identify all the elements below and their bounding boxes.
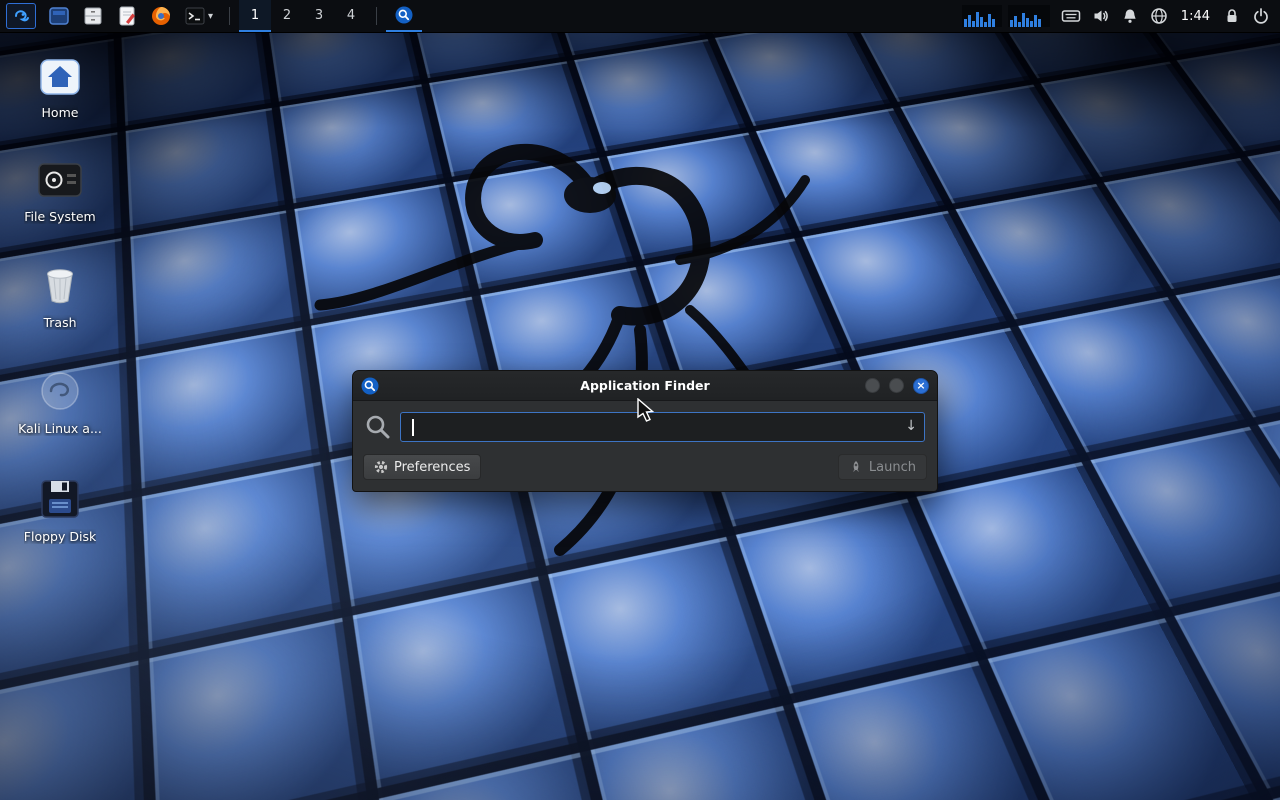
clock[interactable]: 1:44	[1179, 9, 1212, 24]
desktop-icon-trash[interactable]: Trash	[6, 264, 114, 330]
launcher-desktop-icon[interactable]	[42, 0, 76, 32]
minimize-button[interactable]	[865, 378, 880, 393]
workspace-button-2[interactable]: 2	[271, 0, 303, 32]
hard-drive-icon	[37, 160, 83, 200]
search-icon	[365, 414, 391, 440]
desktop: ▾ 1 2 3 4	[0, 0, 1280, 800]
text-caret	[412, 419, 414, 436]
preferences-button[interactable]: Preferences	[363, 454, 481, 480]
terminal-dropdown-chevron-icon[interactable]: ▾	[208, 11, 220, 22]
preferences-label: Preferences	[394, 460, 470, 475]
network-icon[interactable]	[1150, 7, 1168, 25]
desktop-icon-home[interactable]: Home	[6, 58, 114, 120]
firefox-icon	[151, 6, 171, 26]
power-icon[interactable]	[1252, 7, 1270, 25]
launcher-firefox-icon[interactable]	[144, 0, 178, 32]
kali-logo-icon	[12, 7, 30, 25]
panel-separator	[376, 7, 377, 25]
desktop-icon-kali-installer[interactable]: Kali Linux a...	[6, 370, 114, 436]
home-icon	[39, 58, 81, 96]
search-row: ↓	[353, 401, 937, 450]
workspace-switcher: 1 2 3 4	[239, 0, 367, 32]
text-editor-icon	[118, 6, 136, 26]
keyboard-indicator-icon[interactable]	[1061, 7, 1081, 25]
workspace-button-4[interactable]: 4	[335, 0, 367, 32]
entry-dropdown-arrow-icon[interactable]: ↓	[905, 418, 917, 434]
volume-icon[interactable]	[1092, 7, 1110, 25]
desktop-icon-label: Trash	[43, 315, 76, 330]
desktop-icon-floppy-disk[interactable]: Floppy Disk	[6, 478, 114, 544]
close-button[interactable]: ×	[913, 378, 929, 394]
button-row: Preferences Launch	[353, 450, 937, 491]
rocket-icon	[849, 460, 863, 474]
maximize-button[interactable]	[889, 378, 904, 393]
desktop-icon-file-system[interactable]: File System	[6, 160, 114, 224]
application-finder-window: Application Finder × ↓	[352, 370, 938, 492]
search-entry[interactable]: ↓	[400, 412, 925, 442]
trash-icon	[41, 264, 79, 306]
window-app-icon	[361, 377, 379, 395]
launcher-file-manager-icon[interactable]	[76, 0, 110, 32]
terminal-icon	[185, 7, 205, 25]
desktop-icon-label: Floppy Disk	[24, 529, 96, 544]
top-panel: ▾ 1 2 3 4	[0, 0, 1280, 33]
file-cabinet-icon	[83, 7, 103, 25]
desktop-icon-label: Home	[42, 105, 79, 120]
application-finder-icon	[395, 6, 413, 24]
gear-icon	[374, 460, 388, 474]
panel-separator	[229, 7, 230, 25]
launcher-terminal-icon[interactable]	[178, 0, 212, 32]
desktop-icon-label: File System	[24, 209, 96, 224]
window-icon	[49, 7, 69, 25]
workspace-button-1[interactable]: 1	[239, 0, 271, 32]
floppy-disk-icon	[39, 478, 81, 520]
window-title: Application Finder	[353, 378, 937, 393]
notifications-bell-icon[interactable]	[1121, 7, 1139, 25]
launcher-text-editor-icon[interactable]	[110, 0, 144, 32]
workspace-button-3[interactable]: 3	[303, 0, 335, 32]
launch-label: Launch	[869, 460, 916, 475]
kali-dragon-logo	[260, 100, 900, 580]
lock-icon[interactable]	[1223, 7, 1241, 25]
search-input[interactable]	[401, 413, 924, 441]
desktop-icon-label: Kali Linux a...	[18, 421, 102, 436]
kali-installer-icon	[39, 370, 81, 412]
titlebar[interactable]: Application Finder ×	[353, 371, 937, 401]
launch-button[interactable]: Launch	[838, 454, 927, 480]
taskbar-application-finder-button[interactable]	[386, 0, 422, 32]
network-monitor-graph[interactable]	[962, 5, 1050, 27]
applications-menu-button[interactable]	[6, 3, 36, 29]
